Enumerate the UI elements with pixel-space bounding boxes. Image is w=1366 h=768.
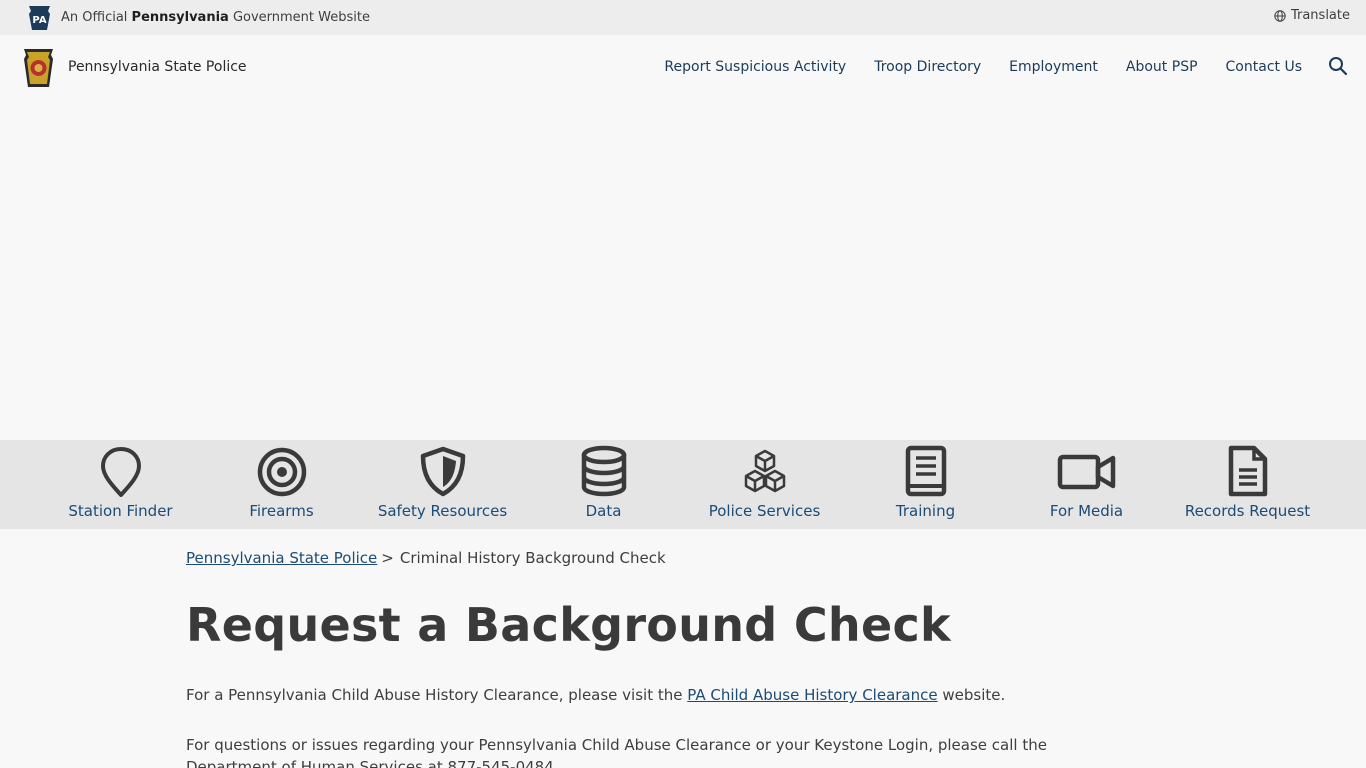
quick-link-label: Training <box>895 502 956 520</box>
nav-employment[interactable]: Employment <box>1009 59 1098 75</box>
video-camera-icon <box>1057 445 1117 497</box>
breadcrumb-home-link[interactable]: Pennsylvania State Police <box>186 549 377 567</box>
quick-link-safety-resources[interactable]: Safety Resources <box>362 440 523 529</box>
site-header: Pennsylvania State Police Report Suspici… <box>0 35 1366 100</box>
quick-link-police-services[interactable]: Police Services <box>684 440 845 529</box>
official-website-label: An Official Pennsylvania Government Webs… <box>61 10 370 25</box>
search-icon[interactable] <box>1328 56 1348 76</box>
translate-label: Translate <box>1290 8 1350 23</box>
quick-link-label: Station Finder <box>68 502 173 520</box>
quick-link-station-finder[interactable]: Station Finder <box>40 440 201 529</box>
document-icon <box>1223 445 1273 497</box>
target-icon <box>257 445 307 497</box>
nav-troop-directory[interactable]: Troop Directory <box>874 59 981 75</box>
database-icon <box>579 445 629 497</box>
questions-paragraph-line1: For questions or issues regarding your P… <box>186 736 1047 754</box>
main-nav: Report Suspicious Activity Troop Directo… <box>664 59 1302 75</box>
quick-link-firearms[interactable]: Firearms <box>201 440 362 529</box>
map-pin-icon <box>96 445 146 497</box>
nav-about-psp[interactable]: About PSP <box>1126 59 1198 75</box>
svg-text:PA: PA <box>32 15 46 26</box>
breadcrumb-current: Criminal History Background Check <box>399 549 666 567</box>
site-title[interactable]: Pennsylvania State Police <box>68 59 247 75</box>
quick-link-label: Firearms <box>249 502 314 520</box>
book-icon <box>901 445 951 497</box>
quick-link-label: Records Request <box>1184 502 1311 520</box>
quick-link-label: Data <box>585 502 622 520</box>
quick-link-records-request[interactable]: Records Request <box>1167 440 1328 529</box>
clearance-paragraph: For a Pennsylvania Child Abuse History C… <box>186 686 1006 704</box>
psp-badge-logo-icon[interactable] <box>21 47 56 89</box>
quick-link-for-media[interactable]: For Media <box>1006 440 1167 529</box>
shield-icon <box>418 445 468 497</box>
questions-paragraph-line2: Department of Human Services at 877-545-… <box>186 758 559 768</box>
quick-link-label: Safety Resources <box>377 502 508 520</box>
quick-link-data[interactable]: Data <box>523 440 684 529</box>
gov-bar: PA An Official Pennsylvania Government W… <box>0 0 1366 35</box>
cubes-icon <box>740 445 790 497</box>
nav-contact-us[interactable]: Contact Us <box>1226 59 1302 75</box>
quick-link-label: Police Services <box>708 502 821 520</box>
breadcrumb: Pennsylvania State Police > Criminal Histo… <box>186 549 666 567</box>
quick-link-training[interactable]: Training <box>845 440 1006 529</box>
quick-link-label: For Media <box>1049 502 1124 520</box>
globe-icon <box>1274 9 1286 22</box>
translate-button[interactable]: Translate <box>1274 8 1350 23</box>
child-abuse-clearance-link[interactable]: PA Child Abuse History Clearance <box>687 686 937 704</box>
quick-links-bar: Station Finder Firearms Safety Resources… <box>0 440 1366 529</box>
breadcrumb-separator: > <box>381 549 394 567</box>
page-title: Request a Background Check <box>186 598 951 652</box>
nav-report-suspicious-activity[interactable]: Report Suspicious Activity <box>664 59 846 75</box>
pa-keystone-icon: PA <box>29 6 50 30</box>
